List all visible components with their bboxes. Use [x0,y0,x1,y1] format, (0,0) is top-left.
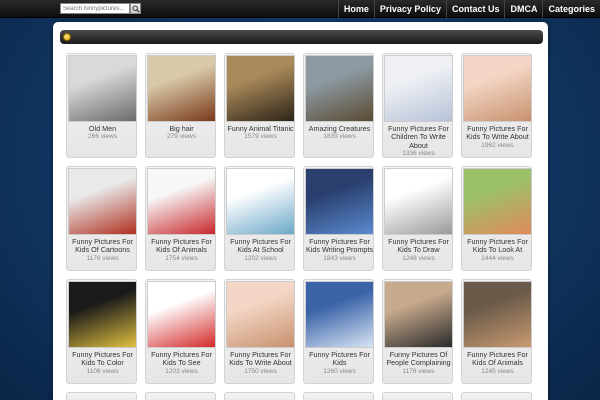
card-view-count: 1176 views [402,367,435,375]
card-thumbnail[interactable] [226,281,295,348]
card-title[interactable]: Funny Pictures For Kids Of Animals 1754 v… [147,237,216,263]
card-title[interactable]: Big hair 279 views [147,124,216,142]
card-view-count: 279 views [167,133,196,141]
nav-contact-us[interactable]: Contact Us [445,0,505,18]
gallery-card[interactable]: Funny Pictures For Kids 1260 views [303,279,374,384]
card-title[interactable]: Funny Animal Titanic 1579 views [226,124,295,142]
gallery-card[interactable]: Big hair 279 views [145,53,216,158]
card-view-count: 1203 views [165,367,198,375]
card-thumbnail[interactable] [68,55,137,122]
card-thumbnail[interactable] [463,55,532,122]
gallery-card-partial[interactable] [66,392,137,400]
card-view-count: 1176 views [86,254,119,262]
gallery-card[interactable]: Old Men 266 views [66,53,137,158]
card-thumbnail[interactable] [463,281,532,348]
card-view-count: 1260 views [323,367,356,375]
card-thumbnail[interactable] [68,281,137,348]
card-thumbnail[interactable] [305,281,374,348]
gallery-card[interactable]: Amazing Creatures 1839 views [303,53,374,158]
card-title[interactable]: Amazing Creatures 1839 views [305,124,374,142]
gallery-card[interactable]: Funny Pictures For Kids Of Animals 1754 v… [145,166,216,271]
top-bar: Home Privacy Policy Contact Us DMCA Cate… [0,0,600,18]
gallery-card[interactable]: Funny Pictures For Kids To Draw 1248 view… [382,166,453,271]
card-thumbnail[interactable] [305,168,374,235]
rss-feed-icon[interactable] [63,33,71,41]
card-view-count: 1245 views [481,367,514,375]
card-view-count: 1962 views [481,141,514,149]
card-title[interactable]: Funny Pictures Of People Complaining 1176… [384,350,453,376]
card-view-count: 1106 views [86,367,119,375]
card-title[interactable]: Funny Pictures For Kids Of Cartoons 1176 … [68,237,137,263]
gallery-card-partial[interactable] [382,392,453,400]
card-thumbnail[interactable] [147,55,216,122]
gallery-card[interactable]: Funny Pictures Of People Complaining 1176… [382,279,453,384]
gallery-card[interactable]: Funny Pictures For Kids Of Animals 1245 v… [461,279,532,384]
card-thumbnail[interactable] [147,168,216,235]
card-title[interactable]: Funny Pictures For Kids To Look At 1444 v… [463,237,532,263]
card-view-count: 1336 views [402,150,435,158]
card-thumbnail[interactable] [226,168,295,235]
card-title[interactable]: Funny Pictures For Kids Writing Prompts 1… [305,237,374,263]
card-title[interactable]: Funny Pictures For Children To Write Abo… [384,124,453,159]
gallery-card[interactable]: Funny Pictures For Children To Write Abo… [382,53,453,158]
card-title[interactable]: Funny Pictures For Kids To See 1203 views [147,350,216,376]
card-title[interactable]: Funny Pictures For Kids To Color 1106 vie… [68,350,137,376]
card-thumbnail[interactable] [305,55,374,122]
gallery-card-partial[interactable] [224,392,295,400]
gallery-card[interactable]: Funny Pictures For Kids Of Cartoons 1176 … [66,166,137,271]
card-title[interactable]: Funny Pictures For Kids 1260 views [305,350,374,376]
search-input[interactable] [60,3,130,14]
gallery-card-partial[interactable] [145,392,216,400]
card-view-count: 1843 views [323,254,356,262]
card-thumbnail[interactable] [147,281,216,348]
card-view-count: 1202 views [244,254,277,262]
card-view-count: 266 views [88,133,117,141]
card-view-count: 1750 views [244,367,277,375]
gallery-card[interactable]: Funny Animal Titanic 1579 views [224,53,295,158]
card-thumbnail[interactable] [384,281,453,348]
gallery-card[interactable]: Funny Pictures For Kids To Write About 19… [461,53,532,158]
card-title[interactable]: Funny Pictures For Kids To Draw 1248 view… [384,237,453,263]
card-thumbnail[interactable] [463,168,532,235]
nav-dmca[interactable]: DMCA [504,0,542,18]
card-view-count: 1444 views [481,254,514,262]
card-view-count: 1248 views [402,254,435,262]
gallery-card[interactable]: Funny Pictures For Kids To Write About 17… [224,279,295,384]
gallery-card-partial[interactable] [303,392,374,400]
card-title[interactable]: Old Men 266 views [68,124,137,142]
card-thumbnail[interactable] [384,168,453,235]
card-view-count: 1839 views [323,133,356,141]
search-button[interactable] [130,3,141,14]
gallery-card[interactable]: Funny Pictures For Kids Writing Prompts 1… [303,166,374,271]
nav-categories[interactable]: Categories [542,0,600,18]
panel-header [60,30,543,44]
card-title[interactable]: Funny Pictures For Kids To Write About 17… [226,350,295,376]
nav-home[interactable]: Home [337,0,374,18]
card-view-count: 1754 views [165,254,198,262]
card-thumbnail[interactable] [68,168,137,235]
gallery-card[interactable]: Funny Pictures For Kids To Look At 1444 v… [461,166,532,271]
card-thumbnail[interactable] [226,55,295,122]
search-icon [132,5,140,13]
card-title[interactable]: Funny Pictures For Kids Of Animals 1245 v… [463,350,532,376]
gallery-card[interactable]: Funny Pictures For Kids To See 1203 views [145,279,216,384]
gallery-card-partial[interactable] [461,392,532,400]
card-thumbnail[interactable] [384,55,453,122]
nav-privacy-policy[interactable]: Privacy Policy [373,0,446,18]
card-title[interactable]: Funny Pictures For Kids To Write About 19… [463,124,532,150]
gallery-card[interactable]: Funny Pictures For Kids To Color 1106 vie… [66,279,137,384]
card-title[interactable]: Funny Pictures For Kids At School 1202 vi… [226,237,295,263]
gallery-card[interactable]: Funny Pictures For Kids At School 1202 vi… [224,166,295,271]
main-nav: Home Privacy Policy Contact Us DMCA Cate… [337,0,600,18]
content-panel: Old Men 266 views Big hair 279 views Funny A… [53,22,548,400]
card-view-count: 1579 views [244,133,277,141]
